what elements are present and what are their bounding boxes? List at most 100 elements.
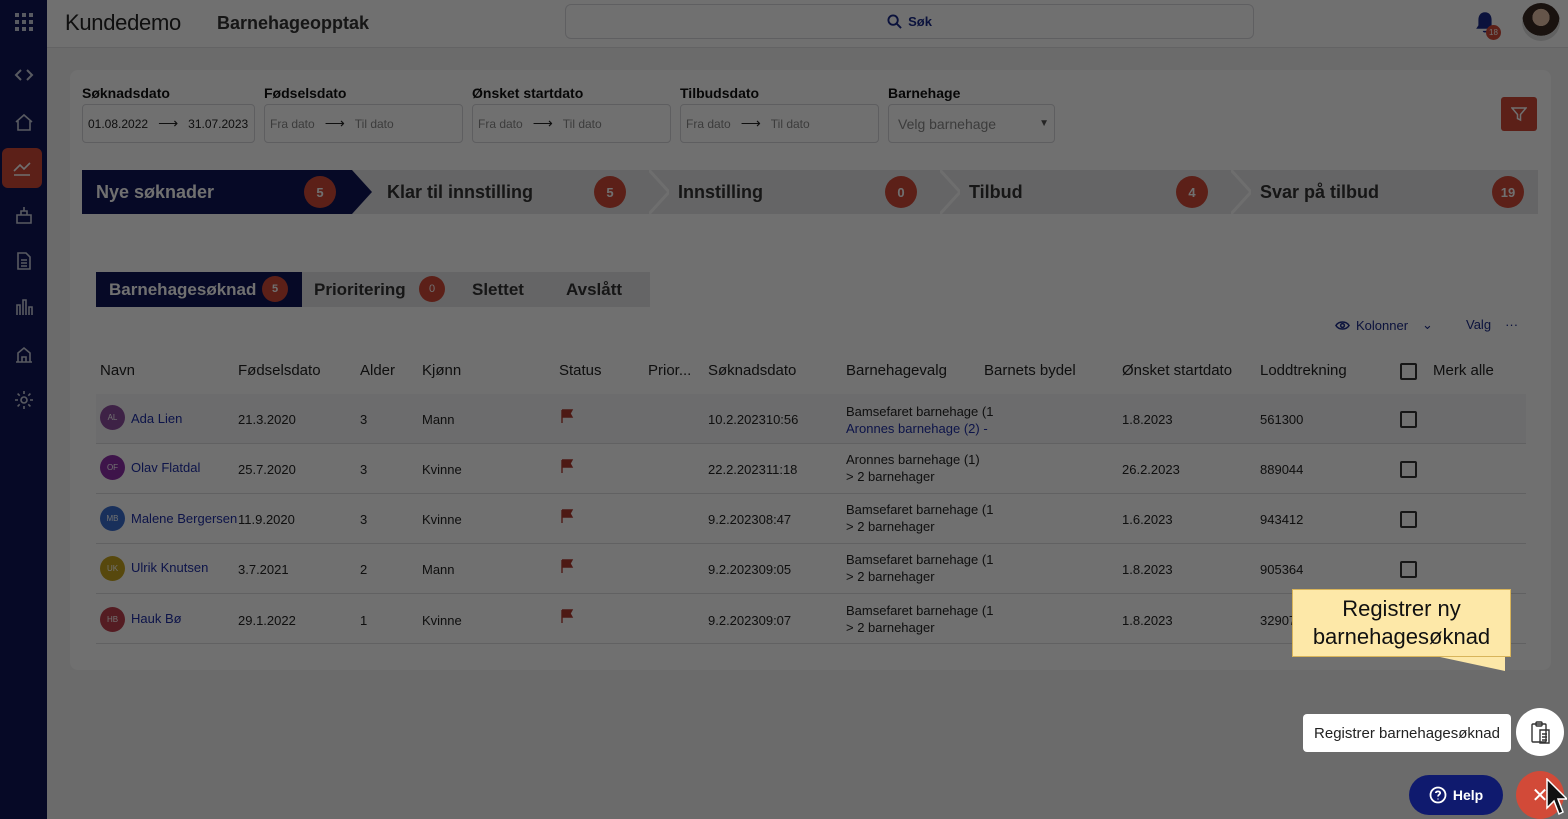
- settings-gear-icon[interactable]: [0, 380, 47, 420]
- first-choice: Bamsefaret barnehage (1: [846, 552, 994, 567]
- search-label: Søk: [908, 14, 932, 29]
- search-bar[interactable]: Søk: [565, 4, 1254, 39]
- step-count-badge: 5: [304, 176, 336, 208]
- select-all-checkbox[interactable]: [1400, 363, 1417, 380]
- apps-grid-icon[interactable]: [0, 2, 47, 42]
- document-icon[interactable]: [0, 241, 47, 281]
- column-header[interactable]: Søknadsdato: [708, 362, 796, 379]
- row-checkbox[interactable]: [1400, 511, 1417, 528]
- tab-kindergarten-application[interactable]: Barnehagesøknad 5: [96, 272, 302, 307]
- eye-icon: [1335, 320, 1350, 330]
- date-to-placeholder: Til dato: [562, 116, 602, 131]
- expand-collapse-icon[interactable]: [0, 55, 47, 95]
- tab-rejected[interactable]: Avslått: [566, 272, 622, 307]
- step-new-applications[interactable]: Nye søknader 5: [82, 170, 372, 214]
- register-application-label[interactable]: Registrer barnehagesøknad: [1303, 714, 1511, 752]
- more-choices-label: 2 barnehager: [857, 620, 935, 635]
- kindergarten-select[interactable]: Velg barnehage ▼: [888, 104, 1055, 143]
- applicant-name-link[interactable]: Ulrik Knutsen: [131, 560, 208, 575]
- table-row[interactable]: MB Malene Bergersen 11.9.2020 3 Kvinne 9…: [96, 494, 1526, 544]
- chevron-right-icon: >: [846, 469, 858, 484]
- step-offer-response[interactable]: Svar på tilbud 19: [1260, 170, 1530, 214]
- tab-count-badge: 0: [419, 276, 445, 302]
- row-checkbox[interactable]: [1400, 561, 1417, 578]
- step-count-badge: 4: [1176, 176, 1208, 208]
- date-to-placeholder: Til dato: [354, 116, 394, 131]
- building-icon[interactable]: [0, 334, 47, 374]
- birth-date-range-input[interactable]: Fra dato ⟶ Til dato: [264, 104, 463, 143]
- home-icon[interactable]: [0, 102, 47, 142]
- column-header[interactable]: Navn: [100, 362, 135, 379]
- column-header[interactable]: Barnehagevalg: [846, 362, 947, 379]
- mouse-cursor-icon: [1546, 778, 1567, 816]
- second-choice-link[interactable]: Aronnes barnehage (2) -: [846, 420, 993, 437]
- step-ready-for-recommendation[interactable]: Klar til innstilling 5: [387, 170, 649, 214]
- applicant-name-link[interactable]: Malene Bergersen: [131, 511, 237, 526]
- filter-offer-date: Tilbudsdato Fra dato ⟶ Til dato: [680, 85, 879, 143]
- column-header[interactable]: Kjønn: [422, 362, 461, 379]
- columns-menu[interactable]: Kolonner ⌄: [1335, 317, 1433, 333]
- arrow-right-icon: ⟶: [324, 115, 345, 131]
- more-choices-toggle[interactable]: > 2 barnehager: [846, 518, 993, 535]
- bar-chart-icon[interactable]: [0, 287, 47, 327]
- more-choices-toggle[interactable]: > 2 barnehager: [846, 619, 993, 636]
- column-header[interactable]: Fødselsdato: [238, 362, 321, 379]
- row-checkbox[interactable]: [1400, 461, 1417, 478]
- tab-label: Prioritering: [314, 279, 406, 299]
- step-count-badge: 5: [594, 176, 626, 208]
- columns-label: Kolonner: [1356, 317, 1409, 333]
- table-row[interactable]: AL Ada Lien 21.3.2020 3 Mann 10.2.202310…: [96, 394, 1526, 444]
- school-icon[interactable]: [0, 195, 47, 235]
- more-choices-toggle[interactable]: > 2 barnehager: [846, 568, 993, 585]
- date-to-value: 31.07.2023: [188, 116, 249, 131]
- filter-button[interactable]: [1501, 97, 1537, 131]
- column-header[interactable]: Status: [559, 362, 602, 379]
- table-row[interactable]: OF Olav Flatdal 25.7.2020 3 Kvinne 22.2.…: [96, 444, 1526, 494]
- column-header[interactable]: Alder: [360, 362, 395, 379]
- applicant-name-link[interactable]: Ada Lien: [131, 411, 182, 426]
- more-choices-toggle[interactable]: > 2 barnehager: [846, 468, 980, 485]
- step-divider-icon: [649, 170, 669, 214]
- step-offer[interactable]: Tilbud 4: [969, 170, 1231, 214]
- initials-avatar: AL: [100, 405, 125, 430]
- table-row[interactable]: UK Ulrik Knutsen 3.7.2021 2 Mann 9.2.202…: [96, 544, 1526, 594]
- lottery-number: 905364: [1260, 562, 1304, 577]
- column-header[interactable]: Ønsket startdato: [1122, 362, 1232, 379]
- initials-avatar: OF: [100, 455, 125, 480]
- applicant-name-link[interactable]: Hauk Bø: [131, 611, 182, 626]
- filter-birth-date: Fødselsdato Fra dato ⟶ Til dato: [264, 85, 463, 143]
- help-button[interactable]: Help: [1409, 775, 1503, 815]
- caret-down-icon: ▼: [1039, 118, 1049, 129]
- start-date-range-input[interactable]: Fra dato ⟶ Til dato: [472, 104, 671, 143]
- tab-label: Slettet: [472, 279, 524, 299]
- application-date: 9.2.202309:07: [708, 613, 792, 628]
- step-label: Svar på tilbud: [1260, 181, 1380, 202]
- step-label: Innstilling: [678, 181, 763, 202]
- filter-start-date: Ønsket startdato Fra dato ⟶ Til dato: [472, 85, 671, 143]
- user-avatar[interactable]: [1522, 3, 1560, 41]
- birth-date: 3.7.2021: [238, 562, 289, 577]
- question-circle-icon: [1429, 786, 1447, 804]
- more-choices-label: 2 barnehager: [857, 469, 935, 484]
- column-header[interactable]: Prior...: [648, 362, 691, 379]
- column-header[interactable]: Loddtrekning: [1260, 362, 1347, 379]
- status-flag-icon: [561, 609, 574, 623]
- tab-prioritization[interactable]: Prioritering: [314, 272, 406, 307]
- lottery-number: 943412: [1260, 512, 1304, 527]
- brand-name: Kundedemo: [65, 10, 181, 35]
- options-menu[interactable]: Valg ···: [1466, 317, 1518, 332]
- select-placeholder: Velg barnehage: [898, 115, 997, 132]
- offer-date-range-input[interactable]: Fra dato ⟶ Til dato: [680, 104, 879, 143]
- application-date-range-input[interactable]: 01.08.2022 ⟶ 31.07.2023: [82, 104, 255, 143]
- row-checkbox[interactable]: [1400, 411, 1417, 428]
- tab-deleted[interactable]: Slettet: [472, 272, 524, 307]
- search-icon: [887, 14, 902, 29]
- initials-avatar: MB: [100, 506, 125, 531]
- column-header[interactable]: Barnets bydel: [984, 362, 1076, 379]
- step-recommendation[interactable]: Innstilling 0: [678, 170, 940, 214]
- register-application-button[interactable]: [1516, 708, 1564, 756]
- date-from-placeholder: Fra dato: [686, 116, 731, 131]
- table-header: Navn Fødselsdato Alder Kjønn Status Prio…: [96, 358, 1526, 394]
- applicant-name-link[interactable]: Olav Flatdal: [131, 460, 200, 475]
- kindergarten-nav-icon[interactable]: [2, 148, 42, 188]
